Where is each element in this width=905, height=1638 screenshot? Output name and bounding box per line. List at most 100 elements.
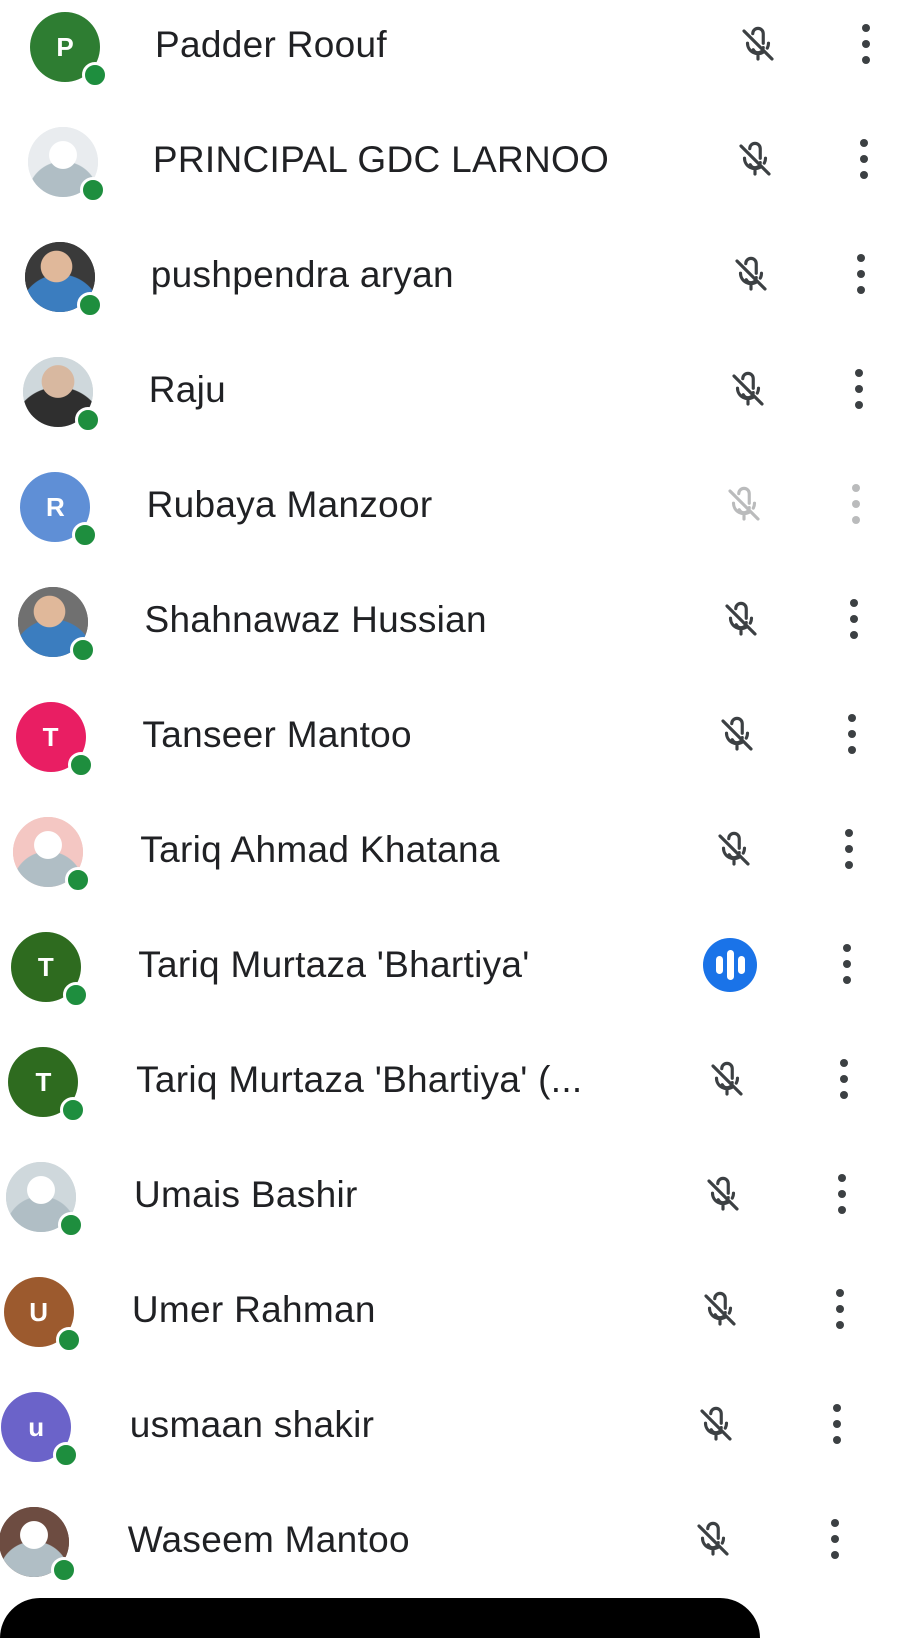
- more-options-dot: [852, 500, 861, 508]
- more-options-dot: [850, 631, 858, 639]
- more-options-icon[interactable]: [839, 825, 859, 873]
- mic-off-icon: [727, 367, 769, 413]
- more-options-dot: [830, 1551, 839, 1559]
- mic-off-icon: [734, 137, 776, 183]
- presence-indicator: [77, 292, 104, 318]
- more-options-dot: [859, 155, 868, 163]
- presence-indicator: [79, 177, 106, 203]
- avatar: [13, 817, 92, 893]
- mic-off-icon: [720, 597, 762, 643]
- more-options-dot: [854, 401, 863, 409]
- more-options-dot: [842, 976, 851, 984]
- presence-indicator: [60, 1097, 87, 1123]
- more-options-dot: [838, 1174, 846, 1182]
- participant-row[interactable]: Shahnawaz Hussian: [0, 575, 905, 691]
- avatar: [27, 127, 106, 203]
- more-options-dot: [835, 1305, 844, 1313]
- avatar-initial: R: [46, 492, 65, 522]
- participant-row[interactable]: U Umer Rahman: [0, 1265, 905, 1381]
- avatar-initial: T: [42, 722, 59, 752]
- participant-name: Tanseer Mantoo: [142, 714, 412, 755]
- more-options-dot: [857, 286, 866, 294]
- participant-name: Tariq Ahmad Khatana: [140, 829, 500, 870]
- more-options-dot: [838, 1190, 846, 1198]
- more-options-icon[interactable]: [851, 250, 871, 298]
- more-options-dot: [833, 1420, 842, 1428]
- more-options-dot: [862, 40, 870, 48]
- participant-row[interactable]: R Rubaya Manzoor: [0, 460, 905, 576]
- participant-row[interactable]: Umais Bashir: [0, 1150, 905, 1266]
- participant-row[interactable]: u usmaan shakir: [0, 1380, 905, 1496]
- more-options-dot: [833, 1404, 842, 1412]
- more-options-icon[interactable]: [846, 480, 866, 528]
- participant-name: Raju: [148, 369, 226, 410]
- mic-off-icon: [737, 22, 779, 68]
- presence-indicator: [62, 982, 89, 1008]
- more-options-icon[interactable]: [827, 1400, 847, 1448]
- mic-off-icon: [706, 1057, 748, 1103]
- more-options-dot: [838, 1206, 846, 1214]
- participant-row[interactable]: Tariq Ahmad Khatana: [0, 805, 905, 921]
- more-options-icon[interactable]: [825, 1515, 845, 1563]
- avatar: P: [30, 12, 108, 88]
- more-options-dot: [847, 714, 856, 722]
- more-options-dot: [854, 385, 863, 393]
- presence-indicator: [72, 522, 99, 548]
- participant-row[interactable]: T Tariq Murtaza 'Bhartiya': [0, 920, 905, 1036]
- participant-name: PRINCIPAL GDC LARNOO: [152, 139, 610, 180]
- more-options-dot: [842, 960, 851, 968]
- avatar-initial: T: [35, 1067, 52, 1097]
- avatar: [18, 587, 96, 663]
- more-options-icon[interactable]: [837, 940, 857, 988]
- more-options-icon[interactable]: [854, 135, 874, 183]
- participant-name: Tariq Murtaza 'Bhartiya': [138, 944, 530, 985]
- participant-name: Padder Roouf: [155, 24, 387, 65]
- more-options-icon[interactable]: [842, 710, 862, 758]
- more-options-dot: [857, 254, 866, 262]
- more-options-dot: [835, 1321, 844, 1329]
- more-options-icon[interactable]: [832, 1170, 852, 1218]
- more-options-dot: [833, 1436, 842, 1444]
- participant-row[interactable]: T Tanseer Mantoo: [0, 690, 905, 806]
- mic-off-icon: [695, 1402, 737, 1448]
- participant-name: Shahnawaz Hussian: [144, 599, 487, 640]
- more-options-dot: [845, 829, 854, 837]
- more-options-icon[interactable]: [834, 1055, 854, 1103]
- more-options-icon[interactable]: [856, 20, 876, 68]
- more-options-dot: [854, 369, 863, 377]
- more-options-dot: [857, 270, 866, 278]
- more-options-icon[interactable]: [844, 595, 864, 643]
- more-options-dot: [835, 1289, 844, 1297]
- presence-indicator: [82, 62, 108, 88]
- participant-name: Tariq Murtaza 'Bhartiya' (...: [136, 1059, 583, 1100]
- avatar-initial: T: [37, 952, 54, 982]
- participant-row[interactable]: Waseem Mantoo: [0, 1495, 905, 1611]
- more-options-icon[interactable]: [830, 1285, 850, 1333]
- more-options-dot: [852, 516, 861, 524]
- participant-row[interactable]: Raju: [0, 345, 905, 461]
- more-options-dot: [830, 1535, 839, 1543]
- presence-indicator: [74, 407, 101, 433]
- avatar: T: [8, 1047, 87, 1123]
- mic-off-icon: [716, 712, 758, 758]
- participant-name: usmaan shakir: [129, 1404, 375, 1445]
- avatar: [0, 1507, 77, 1583]
- participant-row[interactable]: PRINCIPAL GDC LARNOO: [0, 115, 905, 231]
- participant-name: Umais Bashir: [134, 1174, 358, 1215]
- avatar-initial: P: [56, 32, 74, 62]
- presence-indicator: [58, 1212, 84, 1238]
- bottom-bar: [0, 1598, 760, 1638]
- avatar: u: [1, 1392, 80, 1468]
- mic-off-icon: [692, 1517, 734, 1563]
- participant-row[interactable]: T Tariq Murtaza 'Bhartiya' (...: [0, 1035, 905, 1151]
- participant-row[interactable]: P Padder Roouf: [0, 0, 905, 116]
- avatar: [6, 1162, 84, 1238]
- avatar: [22, 357, 101, 433]
- participant-row[interactable]: pushpendra aryan: [0, 230, 905, 346]
- more-options-dot: [847, 730, 856, 738]
- mic-off-icon: [730, 252, 772, 298]
- more-options-icon[interactable]: [849, 365, 869, 413]
- more-options-dot: [862, 56, 870, 64]
- more-options-dot: [862, 24, 870, 32]
- more-options-dot: [842, 944, 851, 952]
